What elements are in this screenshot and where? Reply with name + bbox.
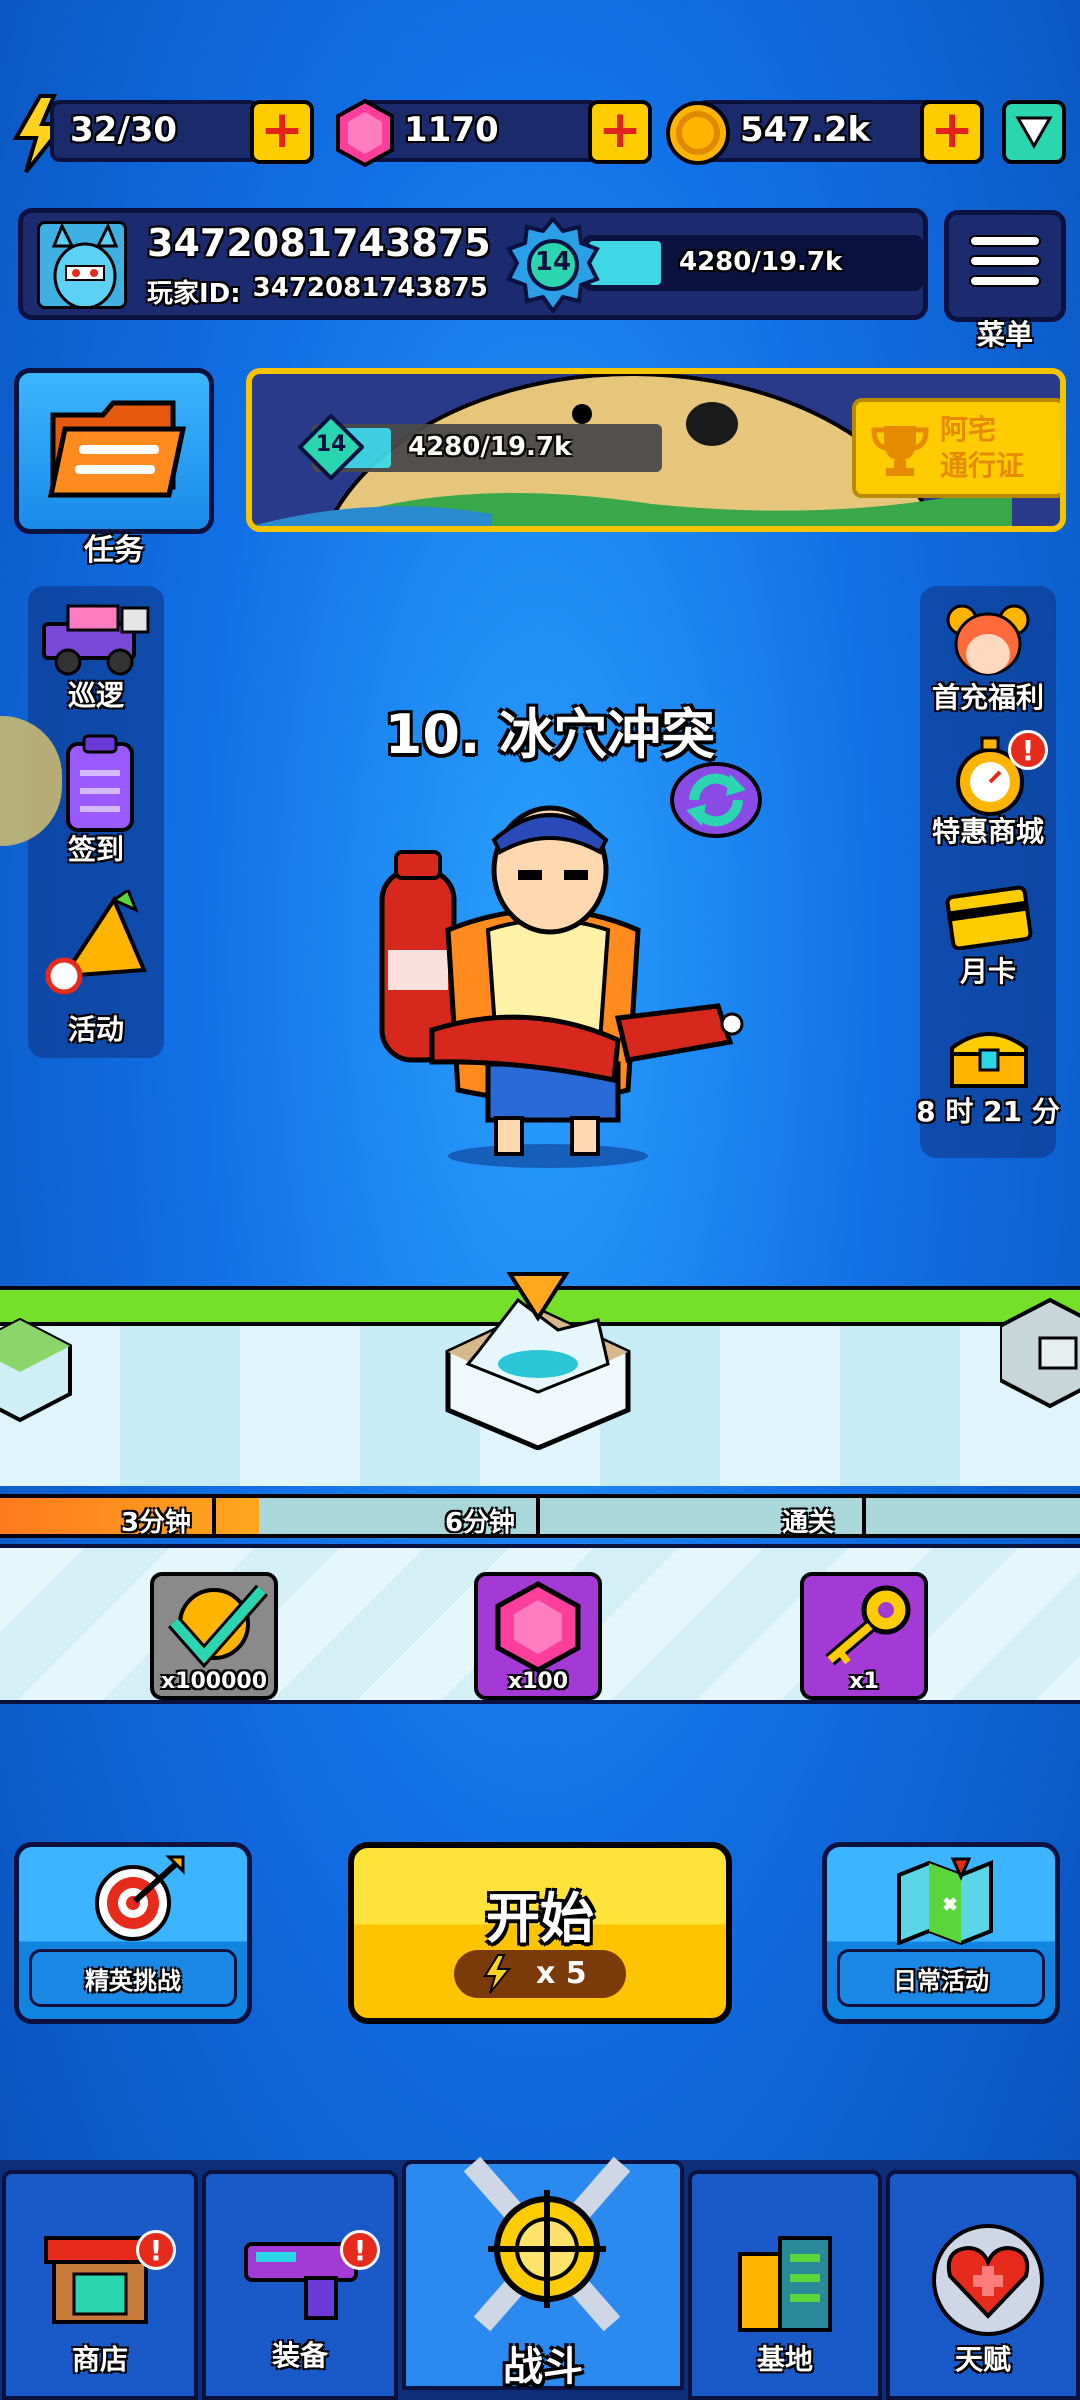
truck-icon — [42, 604, 150, 676]
level-badge: 14 — [505, 217, 601, 313]
pass-level-badge: 14 — [298, 414, 364, 480]
daily-activity-button[interactable]: 日常活动 — [822, 1842, 1060, 2024]
reward-key[interactable]: x1 — [800, 1572, 928, 1700]
map-icon — [897, 1857, 993, 1945]
milestone-6min: 6分钟 — [444, 1508, 516, 1538]
nav-battle-label: 战斗 — [503, 2344, 583, 2390]
task-button[interactable]: 任务 — [14, 368, 214, 568]
pass-title-line2: 通行证 — [940, 449, 1025, 482]
xp-bar: 4280/19.7k — [583, 235, 923, 291]
nav-shop[interactable]: ! 商店 — [2, 2170, 198, 2400]
start-cost: x 5 — [536, 1956, 587, 1991]
timed-chest-button[interactable]: 8 时 21 分 — [916, 1016, 1060, 1136]
start-cost-pill: x 5 — [454, 1950, 626, 1998]
nav-equipment[interactable]: ! 装备 — [202, 2170, 398, 2400]
battle-pass-banner[interactable]: 4280/19.7k 14 阿宅 通行证 — [246, 368, 1066, 532]
xp-text: 4280/19.7k — [679, 247, 843, 277]
building-icon — [738, 2236, 832, 2332]
coin-check-icon — [168, 1584, 269, 1669]
task-label: 任务 — [84, 533, 144, 568]
reward-coins-qty: x100000 — [160, 1669, 268, 1694]
reward-coins[interactable]: x100000 — [150, 1572, 278, 1700]
avatar[interactable] — [37, 221, 127, 309]
nav-shop-label: 商店 — [71, 2343, 128, 2376]
elite-challenge-label: 精英挑战 — [29, 1949, 237, 2007]
pass-xp-bar: 4280/19.7k — [312, 424, 662, 472]
nav-base-label: 基地 — [756, 2343, 813, 2376]
gem-value: 1170 — [404, 110, 499, 150]
gem-icon — [495, 1581, 581, 1673]
milestone-clear: 通关 — [781, 1508, 834, 1538]
player-id-value: 3472081743875 — [252, 273, 488, 303]
daily-activity-label: 日常活动 — [837, 1949, 1045, 2007]
current-stage-tile[interactable] — [438, 1260, 638, 1450]
start-button[interactable]: 开始 x 5 — [348, 1842, 732, 2024]
reward-gems-qty: x100 — [507, 1669, 569, 1694]
key-icon — [825, 1585, 911, 1666]
hero-character — [379, 805, 744, 1168]
monthly-card-label: 月卡 — [959, 955, 1016, 988]
chest-icon — [950, 1032, 1028, 1088]
coin-icon — [666, 101, 730, 165]
nav-equipment-label: 装备 — [271, 2339, 328, 2372]
reward-gems[interactable]: x100 — [474, 1572, 602, 1700]
activity-label: 活动 — [67, 1013, 124, 1046]
level-text: 14 — [534, 247, 572, 277]
crosshair-swords-icon — [463, 2156, 631, 2332]
add-energy-button[interactable]: + — [250, 100, 314, 164]
avatar-icon — [40, 224, 124, 306]
player-panel[interactable]: 3472081743875 玩家ID: 3472081743875 4280/1… — [18, 208, 928, 320]
rewards-row: x100000 x100 x1 — [0, 1544, 1080, 1704]
shield-button[interactable] — [1002, 100, 1066, 164]
pass-title: 阿宅 通行证 — [940, 412, 1024, 484]
pass-title-line1: 阿宅 — [940, 413, 997, 446]
target-icon — [95, 1855, 185, 1941]
nav-base[interactable]: 基地 — [688, 2170, 882, 2400]
milestone-3min: 3分钟 — [120, 1508, 192, 1538]
coin-value: 547.2k — [740, 110, 871, 150]
gem-icon — [336, 98, 394, 168]
girl-avatar-icon — [946, 604, 1030, 676]
locked-stage-tile — [1000, 1297, 1080, 1409]
nav-talent[interactable]: 天赋 — [886, 2170, 1080, 2400]
folder-icon — [47, 400, 187, 498]
nav-battle[interactable]: 战斗 — [402, 2156, 684, 2390]
player-id: 玩家ID: 3472081743875 — [147, 273, 488, 310]
heart-shield-icon — [932, 2224, 1044, 2336]
shop-alert-badge: ! — [136, 2230, 176, 2270]
equipment-alert-badge: ! — [340, 2230, 380, 2270]
stage-title: 10. 冰穴冲突 — [384, 703, 716, 766]
megaphone-icon — [45, 890, 147, 995]
pass-xp-text: 4280/19.7k — [408, 432, 572, 462]
menu-button[interactable]: 菜单 — [944, 210, 1066, 351]
trophy-icon — [871, 426, 929, 476]
activity-button[interactable]: 活动 — [34, 890, 158, 1046]
shield-icon — [1015, 116, 1053, 150]
timed-chest-label: 8 时 21 分 — [916, 1095, 1060, 1128]
reward-key-qty: x1 — [849, 1669, 879, 1694]
start-label: 开始 — [486, 1887, 594, 1950]
player-name: 3472081743875 — [147, 221, 491, 265]
lightning-icon — [483, 1954, 512, 1994]
add-gems-button[interactable]: + — [588, 100, 652, 164]
player-id-label: 玩家ID: — [147, 279, 241, 309]
add-coins-button[interactable]: + — [920, 100, 984, 164]
pass-title-box: 阿宅 通行证 — [852, 398, 1060, 498]
checkin-label: 签到 — [67, 833, 124, 866]
nav-talent-label: 天赋 — [954, 2343, 1011, 2376]
energy-value: 32/30 — [70, 110, 178, 150]
stage-tile-left — [0, 1317, 72, 1423]
elite-challenge-button[interactable]: 精英挑战 — [14, 1842, 252, 2024]
card-icon — [945, 885, 1033, 950]
menu-label: 菜单 — [976, 318, 1033, 351]
stage-progress-bar: 3分钟 6分钟 通关 — [0, 1494, 1080, 1538]
pass-level-text: 14 — [315, 432, 347, 457]
monthly-card-button[interactable]: 月卡 — [916, 874, 1060, 994]
special-shop-label: 特惠商城 — [931, 815, 1044, 848]
